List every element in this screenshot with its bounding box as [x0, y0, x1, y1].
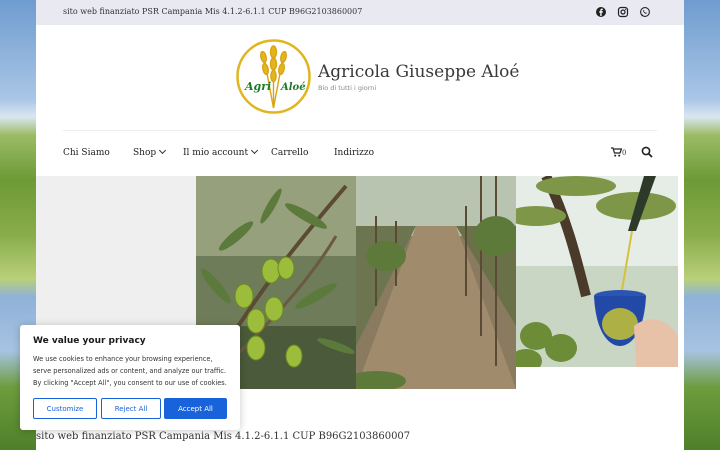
cart-icon[interactable] — [611, 147, 622, 157]
nav-shop-label: Shop — [133, 148, 157, 158]
nav-shop[interactable]: Shop — [133, 146, 167, 158]
cookie-title: We value your privacy — [33, 336, 146, 346]
cookie-description: We use cookies to enhance your browsing … — [33, 355, 227, 387]
nav-chi-siamo-label: Chi Siamo — [63, 148, 110, 158]
hero-blank-panel — [36, 176, 196, 326]
olive-oil-glass-photo — [516, 176, 678, 367]
chevron-down-icon — [159, 146, 167, 155]
nav-indirizzo-label: Indirizzo — [334, 148, 375, 158]
nav-account-label: Il mio account — [183, 148, 249, 158]
nav-carrello-label: Carrello — [271, 148, 309, 158]
site-logo[interactable]: Agri Aloé — [235, 38, 312, 115]
logo-text-aloe: Aloé — [280, 82, 306, 93]
whatsapp-icon[interactable] — [639, 6, 651, 18]
nav-chi-siamo[interactable]: Chi Siamo — [63, 148, 110, 158]
olive-grove-path-photo — [356, 176, 516, 389]
site-tagline: Bio di tutti i giorni — [318, 84, 377, 92]
chevron-down-icon — [251, 146, 259, 155]
topbar-text: sito web finanziato PSR Campania Mis 4.1… — [63, 7, 363, 16]
nav-carrello[interactable]: Carrello — [271, 148, 308, 158]
header-divider — [63, 130, 657, 131]
logo-text-agri: Agri — [244, 80, 271, 93]
cart-count: 0 — [622, 149, 627, 157]
top-bar: sito web finanziato PSR Campania Mis 4.1… — [36, 0, 684, 25]
cookie-consent-banner: We value your privacy We use cookies to … — [20, 325, 240, 430]
facebook-icon[interactable] — [595, 6, 607, 18]
instagram-icon[interactable] — [617, 6, 629, 18]
search-icon[interactable] — [641, 146, 653, 158]
customize-button[interactable]: Customize — [33, 398, 97, 419]
funding-notice: sito web finanziato PSR Campania Mis 4.1… — [36, 431, 411, 442]
reject-all-button[interactable]: Reject All — [101, 398, 161, 419]
nav-indirizzo[interactable]: Indirizzo — [334, 148, 374, 158]
site-title[interactable]: Agricola Giuseppe Aloé — [318, 62, 519, 82]
accept-all-button[interactable]: Accept All — [164, 398, 227, 419]
nav-il-mio-account[interactable]: Il mio account — [183, 146, 259, 158]
